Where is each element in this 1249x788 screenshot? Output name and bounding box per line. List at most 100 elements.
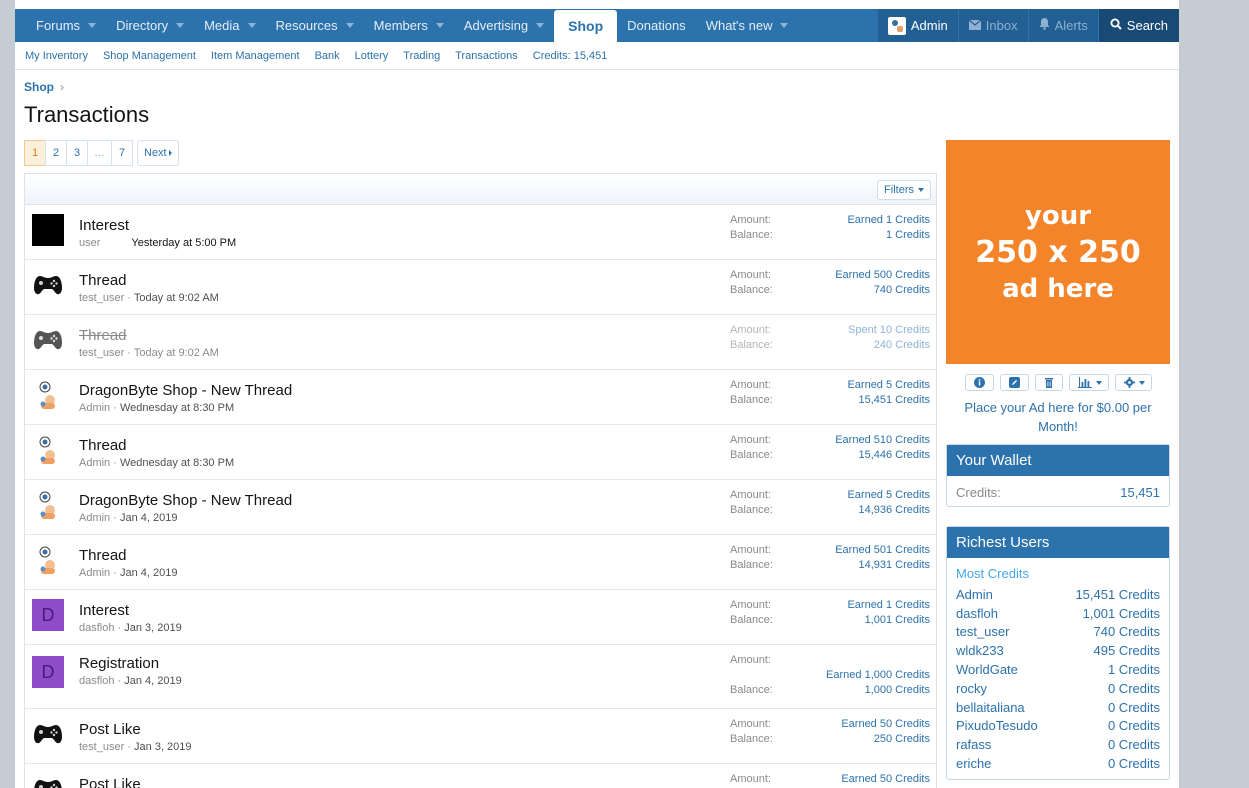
gamepad-avatar-icon[interactable] (32, 718, 64, 750)
transaction-title[interactable]: Interest (79, 217, 129, 234)
transaction-title[interactable]: Registration (79, 655, 159, 672)
user-avatar-letter[interactable]: D (32, 656, 64, 688)
admin-avatar[interactable] (32, 544, 64, 576)
subnav-link-shop-management[interactable]: Shop Management (103, 50, 196, 62)
transaction-username[interactable]: dasfloh (79, 675, 114, 687)
richest-user-row[interactable]: eriche 0 Credits (947, 754, 1169, 773)
transaction-username[interactable]: Admin (79, 512, 110, 524)
balance-row: Balance: 240 Credits (730, 339, 930, 354)
subnav-link-credits-15-451[interactable]: Credits: 15,451 (533, 50, 608, 62)
nav-tab-what-s-new[interactable]: What's new (696, 9, 799, 42)
page-3-button[interactable]: 3 (66, 140, 88, 166)
ad-delete-button[interactable] (1035, 374, 1063, 391)
nav-tab-media[interactable]: Media (194, 9, 265, 42)
richest-user-row[interactable]: rocky 0 Credits (947, 679, 1169, 698)
gamepad-avatar-icon[interactable] (32, 324, 64, 356)
admin-avatar[interactable] (32, 434, 64, 466)
richest-user-row[interactable]: Admin 15,451 Credits (947, 585, 1169, 604)
transaction-title[interactable]: DragonByte Shop - New Thread (79, 492, 292, 509)
subnav-link-trading[interactable]: Trading (403, 50, 440, 62)
ad-settings-button[interactable] (1115, 374, 1152, 391)
richest-user-row[interactable]: rafass 0 Credits (947, 735, 1169, 754)
caret-down-icon (918, 188, 924, 192)
nav-tab-advertising[interactable]: Advertising (454, 9, 554, 42)
richest-user-row[interactable]: wldk233 495 Credits (947, 641, 1169, 660)
ad-edit-button[interactable] (1000, 374, 1029, 391)
chevron-down-icon (435, 23, 444, 28)
ad-stats-button[interactable] (1069, 374, 1109, 391)
nav-tab-label: Shop (568, 18, 604, 34)
richest-user-row[interactable]: dasfloh 1,001 Credits (947, 604, 1169, 623)
nav-tab-directory[interactable]: Directory (106, 9, 194, 42)
transaction-title[interactable]: DragonByte Shop - New Thread (79, 382, 292, 399)
user-avatar-letter[interactable]: D (32, 599, 64, 631)
richest-user-row[interactable]: WorldGate 1 Credits (947, 660, 1169, 679)
transaction-title[interactable]: Thread (79, 327, 127, 344)
richest-users-subtitle: Most Credits (956, 566, 1029, 581)
chevron-right-icon (168, 150, 172, 156)
transaction-amounts: Amount: Earned 50 Credits Balance: 250 Cred… (730, 718, 930, 748)
filters-label: Filters (884, 184, 914, 196)
nav-tab-resources[interactable]: Resources (266, 9, 364, 42)
nav-tab-members[interactable]: Members (364, 9, 454, 42)
place-ad-link[interactable]: Place your Ad here for $0.00 per Month! (955, 398, 1161, 436)
richest-user-row[interactable]: bellaitaliana 0 Credits (947, 698, 1169, 717)
gamepad-avatar-icon[interactable] (32, 773, 64, 788)
transaction-title[interactable]: Thread (79, 272, 127, 289)
subnav-link-transactions[interactable]: Transactions (455, 50, 518, 62)
transaction-username[interactable]: test_user (79, 347, 124, 359)
alerts-button[interactable]: Alerts (1028, 9, 1098, 42)
admin-account-button[interactable]: Admin (877, 9, 958, 42)
page-7-button[interactable]: 7 (111, 140, 133, 166)
transaction-amounts: Amount: Spent 10 Credits Balance: 240 Credi… (730, 324, 930, 354)
transaction-date: Yesterday at 5:00 PM (131, 237, 237, 249)
nav-tab-shop[interactable]: Shop (554, 10, 618, 42)
next-page-button[interactable]: Next (137, 140, 179, 166)
subnav-link-item-management[interactable]: Item Management (211, 50, 300, 62)
richest-user-name: rocky (956, 680, 988, 696)
transaction-username[interactable]: Admin (79, 567, 110, 579)
inbox-button[interactable]: Inbox (958, 9, 1028, 42)
meta-separator: · (124, 347, 134, 359)
user-avatar[interactable] (32, 214, 64, 246)
wallet-credits-value[interactable]: 15,451 (1120, 485, 1160, 500)
subnav-link-bank[interactable]: Bank (315, 50, 340, 62)
transaction-title[interactable]: Interest (79, 602, 129, 619)
amount-label: Amount: (730, 269, 771, 281)
subnav-link-my-inventory[interactable]: My Inventory (25, 50, 88, 62)
balance-label: Balance: (730, 394, 773, 406)
balance-value: 14,931 Credits (858, 559, 930, 571)
transaction-username[interactable]: Admin (79, 457, 110, 469)
transaction-title[interactable]: Post Like (79, 776, 141, 788)
search-button[interactable]: Search (1098, 9, 1179, 42)
balance-value: 240 Credits (873, 339, 930, 351)
richest-user-row[interactable]: PixudoTesudo 0 Credits (947, 717, 1169, 736)
gamepad-avatar-icon[interactable] (32, 269, 64, 301)
chevron-down-icon (176, 23, 185, 28)
nav-tab-forums[interactable]: Forums (26, 9, 106, 42)
transaction-username[interactable]: test_user (79, 741, 124, 753)
page-1-button[interactable]: 1 (24, 140, 46, 166)
transaction-title[interactable]: Thread (79, 547, 127, 564)
admin-avatar[interactable] (32, 489, 64, 521)
transaction-username[interactable]: user (79, 237, 100, 249)
transaction-title[interactable]: Thread (79, 437, 127, 454)
filters-button[interactable]: Filters (877, 180, 931, 200)
admin-avatar[interactable] (32, 379, 64, 411)
page-2-button[interactable]: 2 (45, 140, 67, 166)
balance-label: Balance: (730, 339, 773, 351)
ad-info-button[interactable] (965, 374, 994, 391)
transaction-username[interactable]: dasfloh (79, 622, 114, 634)
transaction-username[interactable]: Admin (79, 402, 110, 414)
transaction-username[interactable]: test_user (79, 292, 124, 304)
richest-user-name: dasfloh (956, 605, 998, 621)
transaction-title[interactable]: Post Like (79, 721, 141, 738)
meta-separator: · (110, 402, 120, 414)
richest-user-row[interactable]: test_user 740 Credits (947, 623, 1169, 642)
amount-value: Earned 510 Credits (835, 434, 930, 446)
breadcrumb-shop-link[interactable]: Shop (24, 80, 54, 94)
subnav-link-lottery[interactable]: Lottery (355, 50, 389, 62)
ad-banner[interactable]: your 250 x 250 ad here (946, 140, 1170, 364)
nav-tab-donations[interactable]: Donations (617, 9, 696, 42)
balance-value: 14,936 Credits (858, 504, 930, 516)
